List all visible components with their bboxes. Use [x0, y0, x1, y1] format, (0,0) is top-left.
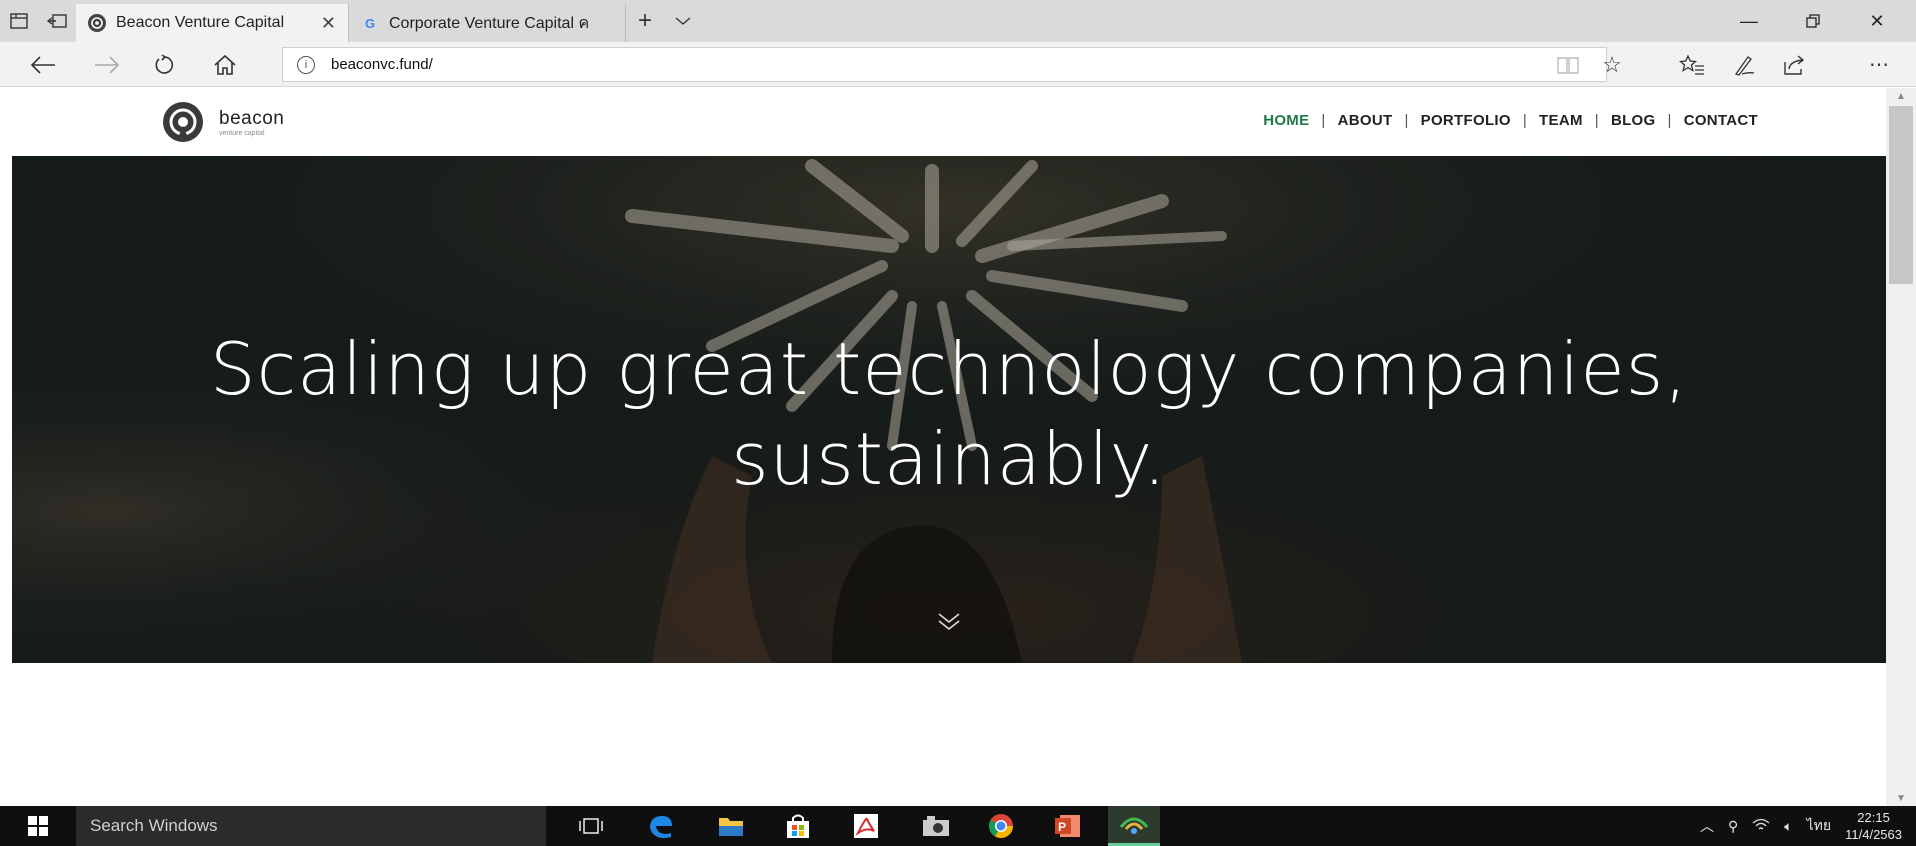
close-tab-icon[interactable]: ✕: [321, 13, 336, 34]
tab-google-search[interactable]: G Corporate Venture Capital ค: [348, 4, 626, 42]
close-window-button[interactable]: ✕: [1846, 0, 1908, 42]
favorites-hub-icon[interactable]: [1670, 42, 1714, 87]
hero-headline-line2: sustainably.: [731, 417, 1167, 501]
main-nav: HOME | ABOUT | PORTFOLIO | TEAM | BLOG |…: [1263, 112, 1758, 129]
camera-app-icon[interactable]: [910, 806, 962, 846]
refresh-button[interactable]: [140, 42, 190, 87]
store-icon[interactable]: [772, 806, 824, 846]
scrollbar-thumb[interactable]: [1889, 106, 1913, 284]
logo-name: beacon: [219, 108, 285, 129]
page-viewport: beacon venture capital HOME | ABOUT | PO…: [12, 88, 1886, 806]
hero-headline: Scaling up great technology companies, s…: [12, 324, 1886, 504]
taskbar-search-input[interactable]: Search Windows: [76, 806, 546, 846]
google-g-icon: G: [364, 15, 376, 31]
clock-time: 22:15: [1857, 810, 1890, 825]
url-text: beaconvc.fund/: [331, 56, 433, 73]
tab-preview-icon[interactable]: [0, 0, 38, 42]
minimize-button[interactable]: —: [1718, 0, 1780, 42]
new-tab-button[interactable]: +: [626, 0, 664, 42]
restore-button[interactable]: [1782, 0, 1844, 42]
nav-separator: |: [1594, 112, 1599, 129]
beacon-logo-icon: [88, 14, 106, 32]
nav-about[interactable]: ABOUT: [1338, 112, 1393, 129]
back-button[interactable]: [18, 42, 68, 87]
task-view-icon[interactable]: [565, 806, 617, 846]
scroll-down-arrow-icon[interactable]: ▼: [1886, 790, 1916, 806]
nav-portfolio[interactable]: PORTFOLIO: [1421, 112, 1511, 129]
address-input[interactable]: i beaconvc.fund/: [282, 47, 1607, 82]
windows-taskbar: Search Windows P ︿ ⚲ 🔈︎ ไทย 22:15 11/4/2…: [0, 806, 1916, 846]
site-info-icon[interactable]: i: [297, 55, 315, 74]
start-button[interactable]: [0, 806, 76, 846]
hero-headline-line1: Scaling up great technology companies,: [209, 327, 1689, 411]
nav-blog[interactable]: BLOG: [1611, 112, 1656, 129]
address-toolbar: i beaconvc.fund/ ☆ ⋯: [0, 42, 1916, 87]
wifi-icon[interactable]: [1752, 818, 1770, 835]
beacon-logo-icon: [155, 100, 211, 146]
reading-view-icon[interactable]: [1546, 42, 1590, 87]
logo-tagline: venture capital: [219, 130, 265, 137]
page-scrollbar[interactable]: ▲ ▼: [1886, 88, 1916, 806]
home-button[interactable]: [200, 42, 250, 87]
nav-separator: |: [1321, 112, 1326, 129]
chrome-icon[interactable]: [975, 806, 1027, 846]
web-note-pen-icon[interactable]: [1722, 42, 1766, 87]
site-logo[interactable]: beacon venture capital: [155, 100, 284, 146]
forward-button[interactable]: [82, 42, 132, 87]
site-header: beacon venture capital HOME | ABOUT | PO…: [12, 88, 1886, 156]
hero-banner: Scaling up great technology companies, s…: [12, 156, 1886, 663]
clock-date: 11/4/2563: [1845, 827, 1902, 842]
nav-team[interactable]: TEAM: [1539, 112, 1583, 129]
nav-home[interactable]: HOME: [1263, 112, 1309, 129]
nav-separator: |: [1404, 112, 1409, 129]
volume-icon[interactable]: 🔈︎: [1784, 818, 1792, 835]
tab-title: Beacon Venture Capital: [116, 14, 285, 31]
powerpoint-icon[interactable]: P: [1042, 806, 1094, 846]
set-aside-tabs-icon[interactable]: [38, 0, 76, 42]
system-tray: ︿ ⚲ 🔈︎ ไทย 22:15 11/4/2563: [1700, 806, 1916, 846]
edge-icon[interactable]: [635, 806, 687, 846]
windows-logo-icon: [28, 816, 48, 836]
tab-bar: Beacon Venture Capital ✕ G Corporate Ven…: [0, 0, 1916, 42]
nav-contact[interactable]: CONTACT: [1684, 112, 1758, 129]
input-language-indicator[interactable]: ไทย: [1807, 815, 1831, 837]
scroll-down-chevron-icon[interactable]: [934, 609, 964, 635]
share-icon[interactable]: [1772, 42, 1816, 87]
tab-list-chevron-icon[interactable]: [664, 0, 702, 42]
favorite-star-icon[interactable]: ☆: [1590, 42, 1634, 87]
network-app-icon[interactable]: [1108, 806, 1160, 846]
nav-separator: |: [1522, 112, 1528, 129]
tab-title: Corporate Venture Capital ค: [389, 14, 590, 32]
tab-beacon[interactable]: Beacon Venture Capital ✕: [76, 4, 348, 42]
clock[interactable]: 22:15 11/4/2563: [1845, 809, 1902, 843]
nav-separator: |: [1667, 112, 1672, 129]
scroll-up-arrow-icon[interactable]: ▲: [1886, 88, 1916, 104]
more-options-icon[interactable]: ⋯: [1858, 42, 1902, 87]
acrobat-icon[interactable]: [840, 806, 892, 846]
network-status-icon[interactable]: ⚲: [1728, 818, 1738, 835]
svg-text:P: P: [1058, 820, 1066, 834]
show-hidden-icons-chevron-icon[interactable]: ︿: [1700, 816, 1714, 836]
file-explorer-icon[interactable]: [705, 806, 757, 846]
